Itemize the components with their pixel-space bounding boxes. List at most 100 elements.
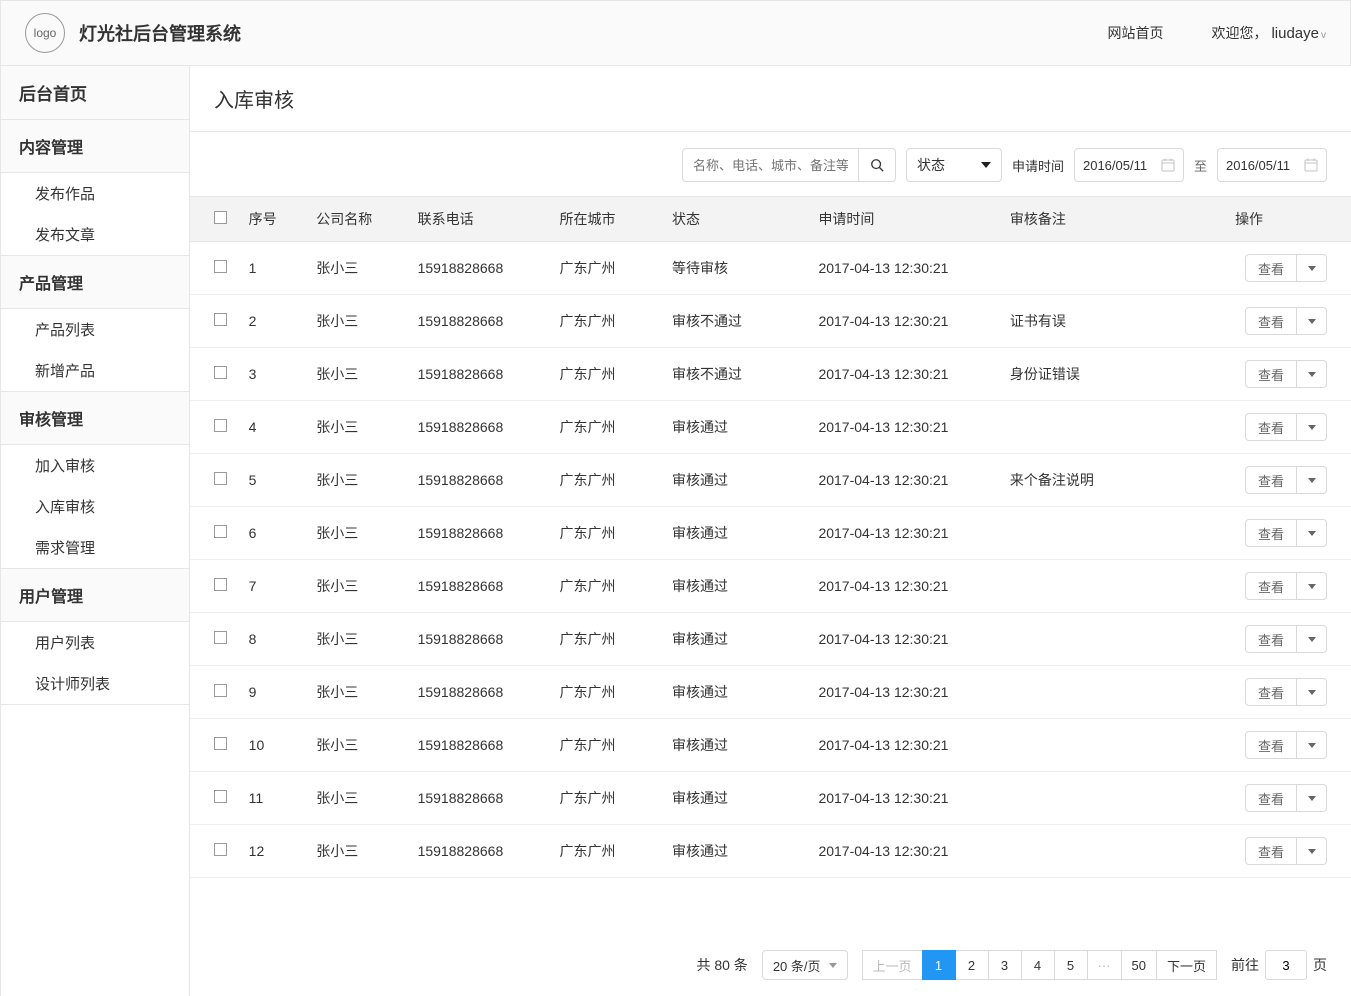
logo: logo xyxy=(25,13,65,53)
pager-page[interactable]: 4 xyxy=(1021,950,1055,980)
search-button[interactable] xyxy=(858,148,896,182)
cell-status: 审核通过 xyxy=(664,825,810,878)
view-button[interactable]: 查看 xyxy=(1245,413,1297,441)
select-all-checkbox[interactable] xyxy=(214,211,227,224)
view-button[interactable]: 查看 xyxy=(1245,572,1297,600)
cell-company: 张小三 xyxy=(308,666,409,719)
pager-page[interactable]: 50 xyxy=(1121,950,1157,980)
status-select-label: 状态 xyxy=(917,155,945,175)
table-row: 10张小三15918828668广东广州审核通过2017-04-13 12:30… xyxy=(190,719,1351,772)
cell-phone: 15918828668 xyxy=(410,295,552,348)
sidebar-item[interactable]: 新增产品 xyxy=(1,350,189,391)
chevron-down-icon xyxy=(1308,796,1316,801)
view-button[interactable]: 查看 xyxy=(1245,466,1297,494)
review-table: 序号 公司名称 联系电话 所在城市 状态 申请时间 审核备注 操作 1张小三15… xyxy=(190,196,1351,878)
row-checkbox[interactable] xyxy=(214,525,227,538)
view-button[interactable]: 查看 xyxy=(1245,731,1297,759)
chevron-down-icon xyxy=(1308,319,1316,324)
row-actions-dropdown[interactable] xyxy=(1297,254,1327,282)
cell-time: 2017-04-13 12:30:21 xyxy=(810,825,1001,878)
row-checkbox[interactable] xyxy=(214,366,227,379)
row-actions-dropdown[interactable] xyxy=(1297,678,1327,706)
cell-phone: 15918828668 xyxy=(410,772,552,825)
row-checkbox[interactable] xyxy=(214,631,227,644)
cell-company: 张小三 xyxy=(308,772,409,825)
row-actions-dropdown[interactable] xyxy=(1297,625,1327,653)
row-actions-dropdown[interactable] xyxy=(1297,731,1327,759)
row-actions-dropdown[interactable] xyxy=(1297,784,1327,812)
view-button[interactable]: 查看 xyxy=(1245,784,1297,812)
row-actions-dropdown[interactable] xyxy=(1297,519,1327,547)
site-home-link[interactable]: 网站首页 xyxy=(1107,23,1163,43)
search-input[interactable] xyxy=(682,148,858,182)
row-actions-dropdown[interactable] xyxy=(1297,466,1327,494)
row-checkbox[interactable] xyxy=(214,472,227,485)
row-checkbox[interactable] xyxy=(214,578,227,591)
cell-company: 张小三 xyxy=(308,295,409,348)
sidebar-item[interactable]: 入库审核 xyxy=(1,486,189,527)
status-select[interactable]: 状态 xyxy=(906,148,1002,182)
row-checkbox[interactable] xyxy=(214,260,227,273)
sidebar-item[interactable]: 需求管理 xyxy=(1,527,189,568)
view-button[interactable]: 查看 xyxy=(1245,837,1297,865)
view-button[interactable]: 查看 xyxy=(1245,307,1297,335)
cell-seq: 9 xyxy=(241,666,309,719)
view-button[interactable]: 查看 xyxy=(1245,678,1297,706)
cell-time: 2017-04-13 12:30:21 xyxy=(810,507,1001,560)
row-actions-dropdown[interactable] xyxy=(1297,572,1327,600)
sidebar-item[interactable]: 发布作品 xyxy=(1,173,189,214)
cell-remark: 身份证错误 xyxy=(1002,348,1227,401)
pager-page[interactable]: 3 xyxy=(988,950,1022,980)
row-actions-dropdown[interactable] xyxy=(1297,307,1327,335)
sidebar-item[interactable]: 设计师列表 xyxy=(1,663,189,704)
user-menu[interactable]: 欢迎您，liudayev xyxy=(1211,23,1326,43)
sidebar-home[interactable]: 后台首页 xyxy=(1,66,189,120)
chevron-down-icon xyxy=(1308,849,1316,854)
date-from-input[interactable]: 2016/05/11 xyxy=(1074,148,1184,182)
row-checkbox[interactable] xyxy=(214,737,227,750)
row-actions-dropdown[interactable] xyxy=(1297,837,1327,865)
col-seq: 序号 xyxy=(241,197,309,242)
cell-seq: 1 xyxy=(241,242,309,295)
calendar-icon xyxy=(1304,158,1318,172)
cell-time: 2017-04-13 12:30:21 xyxy=(810,401,1001,454)
sidebar-group-title: 用户管理 xyxy=(1,569,189,622)
cell-status: 审核不通过 xyxy=(664,348,810,401)
cell-city: 广东广州 xyxy=(551,295,664,348)
pager-next[interactable]: 下一页 xyxy=(1156,950,1217,980)
row-checkbox[interactable] xyxy=(214,790,227,803)
view-button[interactable]: 查看 xyxy=(1245,254,1297,282)
cell-phone: 15918828668 xyxy=(410,507,552,560)
pager-page[interactable]: 2 xyxy=(955,950,989,980)
row-checkbox[interactable] xyxy=(214,843,227,856)
goto-page-input[interactable] xyxy=(1265,950,1307,980)
row-checkbox[interactable] xyxy=(214,684,227,697)
page-size-select[interactable]: 20 条/页 xyxy=(762,950,848,980)
view-button[interactable]: 查看 xyxy=(1245,519,1297,547)
cell-remark xyxy=(1002,772,1227,825)
sidebar-item[interactable]: 发布文章 xyxy=(1,214,189,255)
table-row: 9张小三15918828668广东广州审核通过2017-04-13 12:30:… xyxy=(190,666,1351,719)
cell-remark: 证书有误 xyxy=(1002,295,1227,348)
sidebar-item[interactable]: 加入审核 xyxy=(1,445,189,486)
cell-phone: 15918828668 xyxy=(410,825,552,878)
table-row: 8张小三15918828668广东广州审核通过2017-04-13 12:30:… xyxy=(190,613,1351,666)
pager-page[interactable]: 1 xyxy=(922,950,956,980)
chevron-down-icon xyxy=(1308,266,1316,271)
row-checkbox[interactable] xyxy=(214,419,227,432)
cell-time: 2017-04-13 12:30:21 xyxy=(810,242,1001,295)
app-header: logo 灯光社后台管理系统 网站首页 欢迎您，liudayev xyxy=(0,0,1351,66)
view-button[interactable]: 查看 xyxy=(1245,625,1297,653)
table-row: 11张小三15918828668广东广州审核通过2017-04-13 12:30… xyxy=(190,772,1351,825)
sidebar-item[interactable]: 用户列表 xyxy=(1,622,189,663)
pager-page[interactable]: 5 xyxy=(1054,950,1088,980)
view-button[interactable]: 查看 xyxy=(1245,360,1297,388)
cell-status: 审核不通过 xyxy=(664,295,810,348)
date-to-input[interactable]: 2016/05/11 xyxy=(1217,148,1327,182)
table-row: 1张小三15918828668广东广州等待审核2017-04-13 12:30:… xyxy=(190,242,1351,295)
row-checkbox[interactable] xyxy=(214,313,227,326)
sidebar-item[interactable]: 产品列表 xyxy=(1,309,189,350)
row-actions-dropdown[interactable] xyxy=(1297,360,1327,388)
row-actions-dropdown[interactable] xyxy=(1297,413,1327,441)
col-phone: 联系电话 xyxy=(410,197,552,242)
